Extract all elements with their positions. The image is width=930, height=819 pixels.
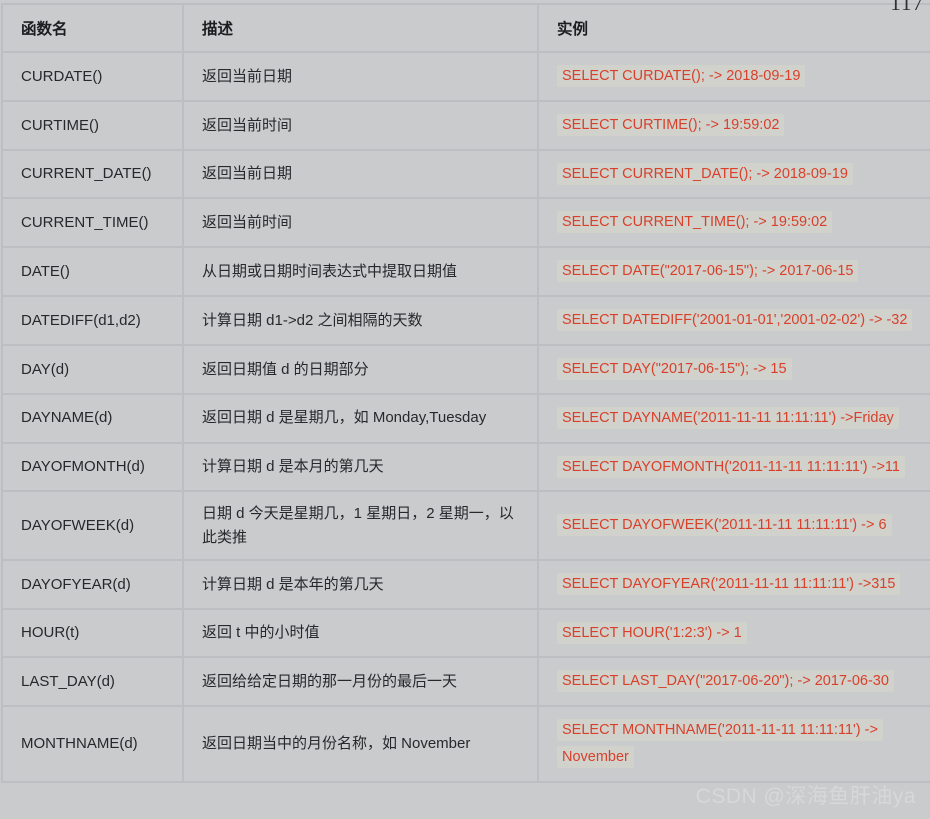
example-cell: SELECT DAYOFYEAR('2011-11-11 11:11:11') … bbox=[537, 558, 930, 610]
description-cell: 计算日期 d 是本年的第几天 bbox=[182, 558, 539, 610]
function-name-cell: DAYOFYEAR(d) bbox=[1, 558, 184, 610]
function-name-cell: DATEDIFF(d1,d2) bbox=[1, 295, 184, 346]
sql-example-code: SELECT DAY("2017-06-15"); -> 15 bbox=[557, 357, 792, 380]
function-name-cell: MONTHNAME(d) bbox=[1, 705, 184, 783]
table-header: 函数名 描述 实例 bbox=[1, 3, 930, 53]
table-header-row: 函数名 描述 实例 bbox=[1, 3, 930, 53]
sql-example-code: SELECT DAYOFMONTH('2011-11-11 11:11:11')… bbox=[557, 455, 905, 478]
function-name-cell: CURTIME() bbox=[1, 99, 184, 151]
table-row: DAYNAME(d) 返回日期 d 是星期几，如 Monday,Tuesday SE… bbox=[1, 392, 930, 444]
description-cell: 计算日期 d1->d2 之间相隔的天数 bbox=[182, 295, 539, 346]
description-cell: 返回给给定日期的那一月份的最后一天 bbox=[182, 656, 539, 708]
function-name-cell: CURRENT_TIME() bbox=[1, 197, 184, 249]
function-name-cell: CURDATE() bbox=[1, 51, 184, 102]
example-cell: SELECT CURRENT_TIME(); -> 19:59:02 bbox=[537, 197, 930, 249]
table-row: CURDATE() 返回当前日期 SELECT CURDATE(); -> 2018… bbox=[1, 51, 930, 102]
example-cell: SELECT LAST_DAY("2017-06-20"); -> 2017-0… bbox=[537, 656, 930, 708]
sql-example-code: SELECT DATEDIFF('2001-01-01','2001-02-02… bbox=[557, 309, 913, 332]
description-cell: 返回 t 中的小时值 bbox=[182, 607, 539, 659]
page-number: 117 bbox=[890, 0, 924, 15]
example-cell: SELECT DAYNAME('2011-11-11 11:11:11') ->… bbox=[537, 392, 930, 444]
description-cell: 计算日期 d 是本月的第几天 bbox=[182, 441, 539, 493]
table-row: LAST_DAY(d) 返回给给定日期的那一月份的最后一天 SELECT LAST_… bbox=[1, 656, 930, 708]
sql-example-code: SELECT DAYOFWEEK('2011-11-11 11:11:11') … bbox=[557, 514, 892, 537]
example-cell: SELECT DAYOFWEEK('2011-11-11 11:11:11') … bbox=[537, 490, 930, 561]
table-row: MONTHNAME(d) 返回日期当中的月份名称，如 November SELECT… bbox=[1, 705, 930, 783]
table-row: DAYOFMONTH(d) 计算日期 d 是本月的第几天 SELECT DAYOFM… bbox=[1, 441, 930, 493]
table-body: CURDATE() 返回当前日期 SELECT CURDATE(); -> 2018… bbox=[1, 51, 930, 783]
example-cell: SELECT CURDATE(); -> 2018-09-19 bbox=[537, 51, 930, 102]
function-name-cell: DAYOFWEEK(d) bbox=[1, 490, 184, 561]
table-row: CURTIME() 返回当前时间 SELECT CURTIME(); -> 19:5… bbox=[1, 99, 930, 151]
table-row: CURRENT_TIME() 返回当前时间 SELECT CURRENT_TIME(… bbox=[1, 197, 930, 249]
description-cell: 从日期或日期时间表达式中提取日期值 bbox=[182, 246, 539, 298]
function-name-cell: DAYOFMONTH(d) bbox=[1, 441, 184, 493]
description-cell: 返回日期值 d 的日期部分 bbox=[182, 343, 539, 395]
example-cell: SELECT CURRENT_DATE(); -> 2018-09-19 bbox=[537, 148, 930, 200]
column-header-description: 描述 bbox=[182, 3, 539, 53]
column-header-function-name: 函数名 bbox=[1, 3, 184, 53]
sql-example-code: SELECT CURRENT_TIME(); -> 19:59:02 bbox=[557, 211, 833, 234]
example-cell: SELECT HOUR('1:2:3') -> 1 bbox=[537, 607, 930, 659]
table-row: HOUR(t) 返回 t 中的小时值 SELECT HOUR('1:2:3') ->… bbox=[1, 607, 930, 659]
function-name-cell: DATE() bbox=[1, 246, 184, 298]
example-cell: SELECT DATE("2017-06-15"); -> 2017-06-15 bbox=[537, 246, 930, 298]
mysql-date-functions-table: 函数名 描述 实例 CURDATE() 返回当前日期 SELECT CURDATE(… bbox=[1, 3, 930, 783]
sql-example-code: SELECT DATE("2017-06-15"); -> 2017-06-15 bbox=[557, 260, 859, 283]
description-cell: 返回当前日期 bbox=[182, 51, 539, 102]
table-row: DATEDIFF(d1,d2) 计算日期 d1->d2 之间相隔的天数 SELECT… bbox=[1, 295, 930, 346]
example-cell: SELECT CURTIME(); -> 19:59:02 bbox=[537, 99, 930, 151]
function-name-cell: LAST_DAY(d) bbox=[1, 656, 184, 708]
sql-example-code: SELECT HOUR('1:2:3') -> 1 bbox=[557, 621, 747, 644]
function-name-cell: DAY(d) bbox=[1, 343, 184, 395]
sql-example-code: SELECT CURDATE(); -> 2018-09-19 bbox=[557, 65, 806, 87]
column-header-example: 实例 bbox=[537, 3, 930, 53]
table-row: DAYOFYEAR(d) 计算日期 d 是本年的第几天 SELECT DAYOFYE… bbox=[1, 558, 930, 610]
description-cell: 日期 d 今天是星期几，1 星期日，2 星期一，以此类推 bbox=[182, 490, 539, 561]
page-canvas: 117 函数名 描述 实例 CURDATE() 返回当前日期 SELECT CURD… bbox=[0, 0, 930, 819]
sql-example-code: SELECT CURTIME(); -> 19:59:02 bbox=[557, 113, 785, 136]
table-row: DAY(d) 返回日期值 d 的日期部分 SELECT DAY("2017-06-1… bbox=[1, 343, 930, 395]
description-cell: 返回日期 d 是星期几，如 Monday,Tuesday bbox=[182, 392, 539, 444]
example-cell: SELECT DAY("2017-06-15"); -> 15 bbox=[537, 343, 930, 395]
table-row: CURRENT_DATE() 返回当前日期 SELECT CURRENT_DATE(… bbox=[1, 148, 930, 200]
sql-example-code: SELECT LAST_DAY("2017-06-20"); -> 2017-0… bbox=[557, 670, 894, 693]
csdn-watermark: CSDN @深海鱼肝油ya bbox=[695, 785, 916, 808]
sql-example-code: SELECT DAYNAME('2011-11-11 11:11:11') ->… bbox=[557, 406, 899, 429]
sql-example-code: SELECT CURRENT_DATE(); -> 2018-09-19 bbox=[557, 162, 853, 185]
example-cell: SELECT DATEDIFF('2001-01-01','2001-02-02… bbox=[537, 295, 930, 346]
example-cell: SELECT MONTHNAME('2011-11-11 11:11:11') … bbox=[537, 705, 930, 783]
table-row: DATE() 从日期或日期时间表达式中提取日期值 SELECT DATE("2017… bbox=[1, 246, 930, 298]
function-name-cell: HOUR(t) bbox=[1, 607, 184, 659]
sql-example-code: SELECT DAYOFYEAR('2011-11-11 11:11:11') … bbox=[557, 572, 901, 595]
function-name-cell: CURRENT_DATE() bbox=[1, 148, 184, 200]
description-cell: 返回日期当中的月份名称，如 November bbox=[182, 705, 539, 783]
function-name-cell: DAYNAME(d) bbox=[1, 392, 184, 444]
example-cell: SELECT DAYOFMONTH('2011-11-11 11:11:11')… bbox=[537, 441, 930, 493]
description-cell: 返回当前日期 bbox=[182, 148, 539, 200]
description-cell: 返回当前时间 bbox=[182, 197, 539, 249]
description-cell: 返回当前时间 bbox=[182, 99, 539, 151]
table-row: DAYOFWEEK(d) 日期 d 今天是星期几，1 星期日，2 星期一，以此类推… bbox=[1, 490, 930, 561]
sql-example-code: SELECT MONTHNAME('2011-11-11 11:11:11') … bbox=[557, 719, 883, 769]
